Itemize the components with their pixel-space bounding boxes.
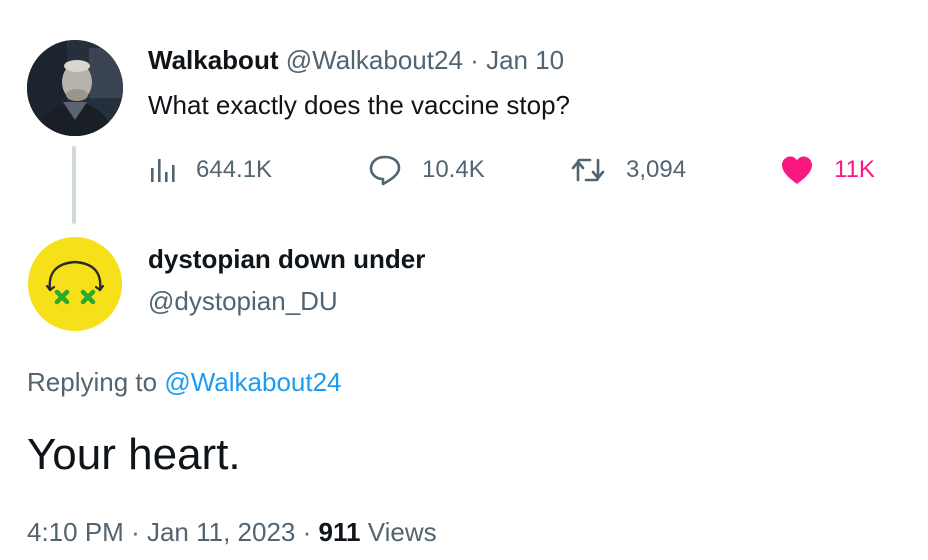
dizzy-face-icon xyxy=(28,237,122,331)
views-count: 644.1K xyxy=(196,156,273,183)
like-metric[interactable]: 11K xyxy=(780,150,875,190)
walkabout-avatar[interactable] xyxy=(27,40,123,136)
reply-tweet-text: Your heart. xyxy=(27,430,241,479)
replying-to-link[interactable]: @Walkabout24 xyxy=(164,367,341,397)
thread-connector-line xyxy=(72,146,76,224)
original-tweet-header: Walkabout @Walkabout24 · Jan 10 xyxy=(148,43,564,77)
replying-to-label: Replying to xyxy=(27,367,158,397)
likes-count: 11K xyxy=(834,156,875,183)
reply-author-handle[interactable]: @dystopian_DU xyxy=(148,284,338,318)
reply-metric[interactable]: 10.4K xyxy=(368,150,485,190)
reply-timestamp-line: 4:10 PM · Jan 11, 2023 · 911 Views xyxy=(27,515,437,549)
timestamp-separator-2: · xyxy=(302,517,312,547)
original-tweet-date[interactable]: Jan 10 xyxy=(486,45,564,75)
reply-author-name[interactable]: dystopian down under xyxy=(148,242,425,276)
timestamp-date[interactable]: Jan 11, 2023 xyxy=(147,517,295,547)
reply-views-count: 911 xyxy=(318,517,361,547)
header-separator: · xyxy=(470,45,479,75)
retweets-count: 3,094 xyxy=(626,156,687,183)
replies-count: 10.4K xyxy=(422,156,485,183)
replying-to-line: Replying to @Walkabout24 xyxy=(27,365,342,399)
bar-chart-icon xyxy=(148,156,176,184)
reply-bubble-icon xyxy=(368,154,402,186)
reply-views-label: Views xyxy=(367,517,437,547)
heart-icon xyxy=(780,155,814,185)
retweet-metric[interactable]: 3,094 xyxy=(570,150,686,190)
profile-photo-icon xyxy=(27,40,123,136)
dystopian-avatar[interactable] xyxy=(27,236,123,332)
original-tweet-text: What exactly does the vaccine stop? xyxy=(148,90,571,120)
original-author-name[interactable]: Walkabout xyxy=(148,45,278,75)
original-author-handle[interactable]: @Walkabout24 xyxy=(286,45,463,75)
timestamp-time[interactable]: 4:10 PM xyxy=(27,517,124,547)
timestamp-separator-1: · xyxy=(131,517,140,547)
retweet-icon xyxy=(570,155,606,185)
views-metric[interactable]: 644.1K xyxy=(148,150,272,190)
